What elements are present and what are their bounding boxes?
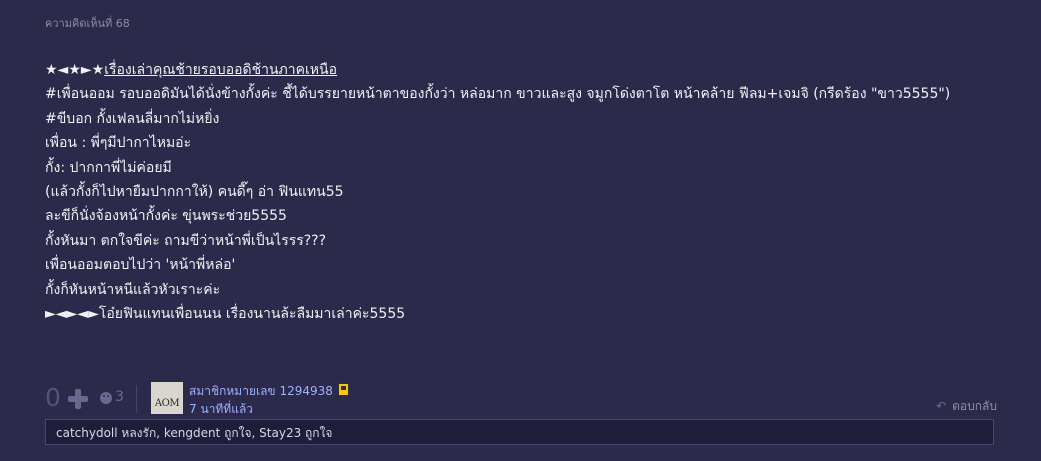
emotion-icon[interactable]	[100, 392, 112, 404]
comment-line: ►◄►◄►โอ๋ยฟินแทนเพื่อนนน เรื่องนานล้ะลืมม…	[45, 305, 406, 322]
divider	[136, 385, 137, 413]
comment-line: กั้งหันมา ตกใจขีค่ะ ถามขีว่าหน้าพี่เป็นไ…	[45, 232, 327, 249]
emotion-count[interactable]: 3	[115, 389, 124, 405]
avatar[interactable]: AOM	[151, 382, 183, 414]
reply-arrow-icon: ↶	[936, 399, 947, 413]
comment-number: ความคิดเห็นที่ 68	[45, 17, 130, 30]
comment-line: ละขีก็นั่งจ้องหน้ากั้งค่ะ ขุ่นพระช่วย555…	[45, 208, 287, 225]
member-link[interactable]: สมาชิกหมายเลข 1294938	[189, 382, 349, 401]
reactions-bar: catchydoll หลงรัก, kengdent ถูกใจ, Stay2…	[45, 419, 994, 445]
title-prefix: ★◄★►★	[45, 62, 105, 78]
comment-line: (แล้วกั้งก็ไปหายืมปากกาให้) คนดี๊ๆ อ่า ฟ…	[45, 183, 344, 200]
comment-line: #เพื่อนออม รอบออดิมันได้นั่งข้างกั้งค่ะ …	[45, 86, 951, 103]
avatar-text: AOM	[154, 398, 180, 409]
member-badge-icon	[337, 383, 349, 396]
comment-footer: 0 3 AOM สมาชิกหมายเลข 1294938 7 นาทีที่แ…	[45, 382, 1000, 418]
post-time: 7 นาทีที่แล้ว	[189, 402, 254, 416]
comment-body: ★◄★►★เรื่องเล่าคุณช้ายรอบออดิช้านภาคเหนื…	[45, 58, 1005, 326]
member-name[interactable]: สมาชิกหมายเลข 1294938	[189, 384, 333, 398]
reply-button[interactable]: ↶ ตอบกลับ	[936, 397, 997, 416]
vote-score: 0	[45, 383, 61, 412]
plus-vote-icon[interactable]	[67, 388, 89, 410]
comment-title: เรื่องเล่าคุณช้ายรอบออดิช้านภาคเหนือ	[104, 62, 337, 78]
comment-line: กั้งก็หันหน้าหนีแล้วหัวเราะค่ะ	[45, 281, 221, 298]
comment-title-line: ★◄★►★เรื่องเล่าคุณช้ายรอบออดิช้านภาคเหนื…	[45, 58, 1005, 82]
comment-line: เพื่อนออมตอบไปว่า 'หน้าพี่หล่อ'	[45, 257, 236, 274]
comment-line: กั้ง: ปากกาพี่ไม่ค่อยมี	[45, 159, 172, 176]
reply-label: ตอบกลับ	[952, 399, 997, 413]
comment-line: เพื่อน : พี่ๆมีปากาไหมอ่ะ	[45, 135, 192, 152]
comment-line: #ขีบอก กั้งเฟลนลี่มากไม่หยิ่ง	[45, 110, 220, 127]
